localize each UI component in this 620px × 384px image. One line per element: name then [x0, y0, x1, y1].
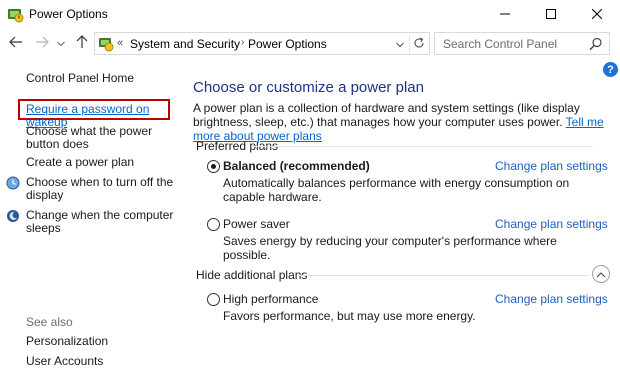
forward-button[interactable] — [32, 33, 52, 53]
search-icon[interactable] — [589, 37, 603, 51]
window-title: Power Options — [29, 7, 108, 21]
sidebar: Control Panel Home Require a password on… — [0, 59, 176, 384]
address-dropdown-button[interactable] — [393, 36, 407, 52]
plan-description-power-saver: Saves energy by reducing your computer's… — [223, 234, 557, 262]
refresh-icon — [413, 37, 425, 52]
maximize-button[interactable] — [528, 0, 574, 29]
chevron-up-icon — [596, 267, 606, 281]
breadcrumb-power-options[interactable]: Power Options — [248, 37, 327, 51]
display-clock-icon — [6, 176, 20, 190]
power-options-icon — [7, 6, 24, 23]
see-also-label: See also — [26, 315, 73, 329]
chevron-down-icon — [396, 37, 404, 51]
sidebar-link-turn-off-display[interactable]: Choose when to turn off the display — [26, 176, 176, 202]
help-button[interactable]: ? — [603, 62, 618, 77]
change-plan-settings-high-performance[interactable]: Change plan settings — [495, 292, 608, 306]
change-plan-settings-balanced[interactable]: Change plan settings — [495, 159, 608, 173]
recent-locations-button[interactable] — [55, 33, 67, 53]
divider — [253, 146, 593, 147]
radio-power-saver[interactable] — [207, 218, 220, 231]
divider — [298, 275, 588, 276]
close-button[interactable] — [574, 0, 620, 29]
intro-description: A power plan is a collection of hardware… — [193, 101, 580, 129]
plan-description-balanced: Automatically balances performance with … — [223, 176, 570, 204]
breadcrumb-system-and-security[interactable]: System and Security — [130, 37, 240, 51]
chevron-down-icon — [57, 36, 65, 50]
navigation-bar: « System and Security › Power Options Se… — [0, 29, 620, 59]
plan-name-balanced[interactable]: Balanced (recommended) — [223, 159, 370, 173]
breadcrumb-separator[interactable]: › — [241, 37, 244, 48]
page-title: Choose or customize a power plan — [193, 79, 424, 96]
address-bar[interactable]: « System and Security › Power Options — [94, 32, 430, 55]
plan-description-high-performance: Favors performance, but may use more ene… — [223, 309, 476, 323]
sidebar-link-personalization[interactable]: Personalization — [26, 335, 108, 348]
search-placeholder[interactable]: Search Control Panel — [443, 37, 557, 51]
sidebar-link-computer-sleeps[interactable]: Change when the computer sleeps — [26, 209, 176, 235]
refresh-button[interactable] — [409, 35, 427, 53]
arrow-right-icon — [35, 36, 49, 51]
sidebar-link-power-button[interactable]: Choose what the power button does — [26, 125, 176, 151]
intro-text: A power plan is a collection of hardware… — [193, 101, 613, 143]
search-box[interactable]: Search Control Panel — [434, 32, 610, 55]
minimize-button[interactable] — [482, 0, 528, 29]
minimize-icon — [500, 8, 510, 22]
plan-name-power-saver[interactable]: Power saver — [223, 217, 290, 231]
arrow-left-icon — [9, 36, 23, 51]
plan-name-high-performance[interactable]: High performance — [223, 292, 318, 306]
arrow-up-icon — [76, 34, 88, 52]
sidebar-link-control-panel-home[interactable]: Control Panel Home — [26, 72, 134, 85]
change-plan-settings-power-saver[interactable]: Change plan settings — [495, 217, 608, 231]
hide-additional-plans-label[interactable]: Hide additional plans — [196, 268, 307, 282]
back-button[interactable] — [6, 33, 26, 53]
control-panel-icon — [98, 36, 114, 52]
sidebar-link-user-accounts[interactable]: User Accounts — [26, 355, 103, 368]
sleep-moon-icon — [6, 209, 20, 223]
close-icon — [591, 8, 603, 22]
title-bar: Power Options — [0, 0, 620, 29]
collapse-button[interactable] — [592, 265, 610, 283]
up-button[interactable] — [72, 33, 92, 53]
radio-high-performance[interactable] — [207, 293, 220, 306]
sidebar-link-create-plan[interactable]: Create a power plan — [26, 156, 134, 169]
radio-balanced[interactable] — [207, 160, 220, 173]
overflow-chevron[interactable]: « — [117, 37, 123, 49]
maximize-icon — [546, 8, 556, 22]
